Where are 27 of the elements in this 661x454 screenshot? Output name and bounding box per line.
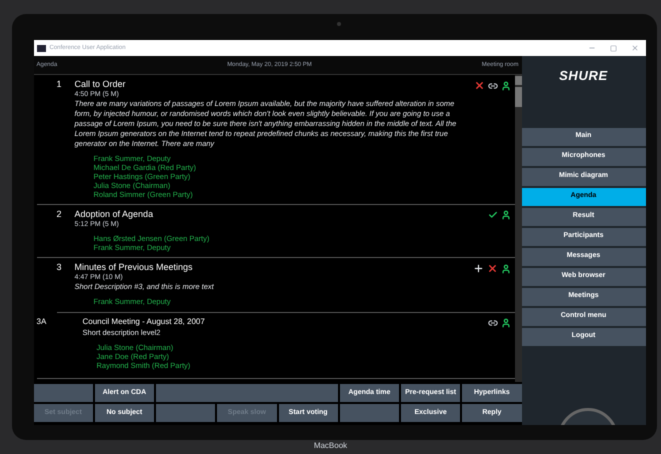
camera-icon [337,22,341,26]
delete-icon[interactable] [474,80,484,91]
item-number: 2 [56,208,63,221]
plus-icon[interactable] [472,263,484,274]
person-icon[interactable] [500,318,510,328]
close-icon[interactable] [630,44,638,52]
app-icon [36,44,46,52]
item-title: Council Meeting - August 28, 2007 [82,316,206,328]
logo: SHURE [558,67,609,85]
delete-icon[interactable] [486,263,498,274]
link-icon[interactable] [488,318,498,328]
person-icon[interactable] [500,210,510,220]
link-icon[interactable] [488,80,498,90]
item-title: Adoption of Agenda [74,208,154,220]
check-icon [488,210,498,220]
blank-panel [34,384,93,402]
blank-panel [156,404,216,422]
item-number: 1 [56,78,63,91]
device-label: MacBook [314,440,348,452]
scrollbar[interactable] [514,75,522,382]
person-icon[interactable] [500,264,510,274]
blank-panel [340,404,399,422]
item-number: 3A [36,316,48,328]
item-number: 3 [56,261,63,274]
item-title: Minutes of Previous Meetings [74,261,194,273]
person-icon[interactable] [500,80,510,90]
item-title: Call to Order [74,78,127,90]
